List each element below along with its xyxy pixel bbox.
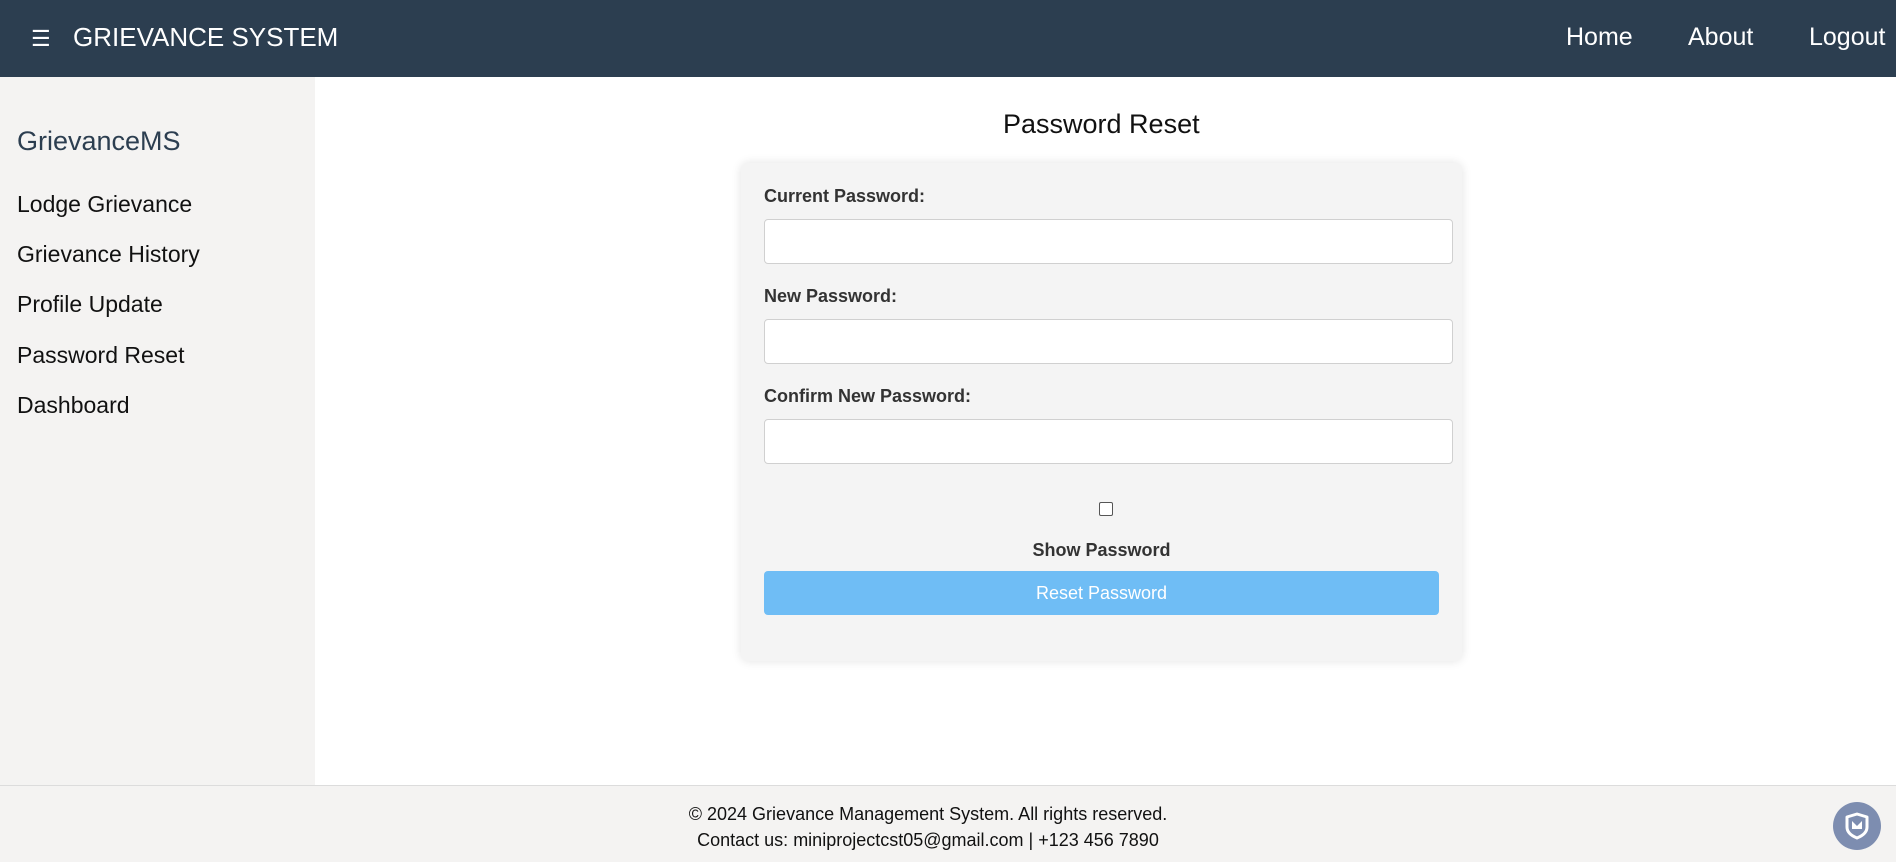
current-password-label: Current Password: [764,186,926,206]
footer-contact: Contact us: miniprojectcst05@gmail.com |… [697,830,1159,850]
new-password-label: New Password: [764,286,898,306]
footer: © 2024 Grievance Management System. All … [0,785,1896,862]
sidebar: GrievanceMS Lodge Grievance Grievance Hi… [0,77,315,785]
sidebar-item-password-reset[interactable]: Password Reset [17,341,184,369]
sidebar-item-profile-update[interactable]: Profile Update [17,290,163,318]
hamburger-icon[interactable]: ☰ [31,27,51,51]
shield-icon[interactable] [1833,802,1881,850]
nav-about-link[interactable]: About [1688,22,1753,52]
top-navbar: ☰ GRIEVANCE SYSTEM Home About Logout [0,0,1896,77]
confirm-password-input[interactable] [764,419,1453,464]
sidebar-item-grievance-history[interactable]: Grievance History [17,240,200,268]
reset-password-button[interactable]: Reset Password [764,571,1439,615]
confirm-password-label: Confirm New Password: [764,386,972,406]
nav-logout-link[interactable]: Logout [1809,22,1885,52]
nav-home-link[interactable]: Home [1566,22,1633,52]
password-reset-form: Current Password: New Password: Confirm … [741,163,1462,661]
sidebar-title: GrievanceMS [17,126,181,156]
current-password-input[interactable] [764,219,1453,264]
sidebar-item-lodge-grievance[interactable]: Lodge Grievance [17,190,192,218]
app-title: GRIEVANCE SYSTEM [73,22,339,52]
show-password-label: Show Password [1032,540,1171,560]
sidebar-item-dashboard[interactable]: Dashboard [17,391,130,419]
show-password-checkbox[interactable] [1099,502,1113,516]
footer-copyright: © 2024 Grievance Management System. All … [688,804,1168,824]
new-password-input[interactable] [764,319,1453,364]
page-title: Password Reset [1003,109,1200,139]
